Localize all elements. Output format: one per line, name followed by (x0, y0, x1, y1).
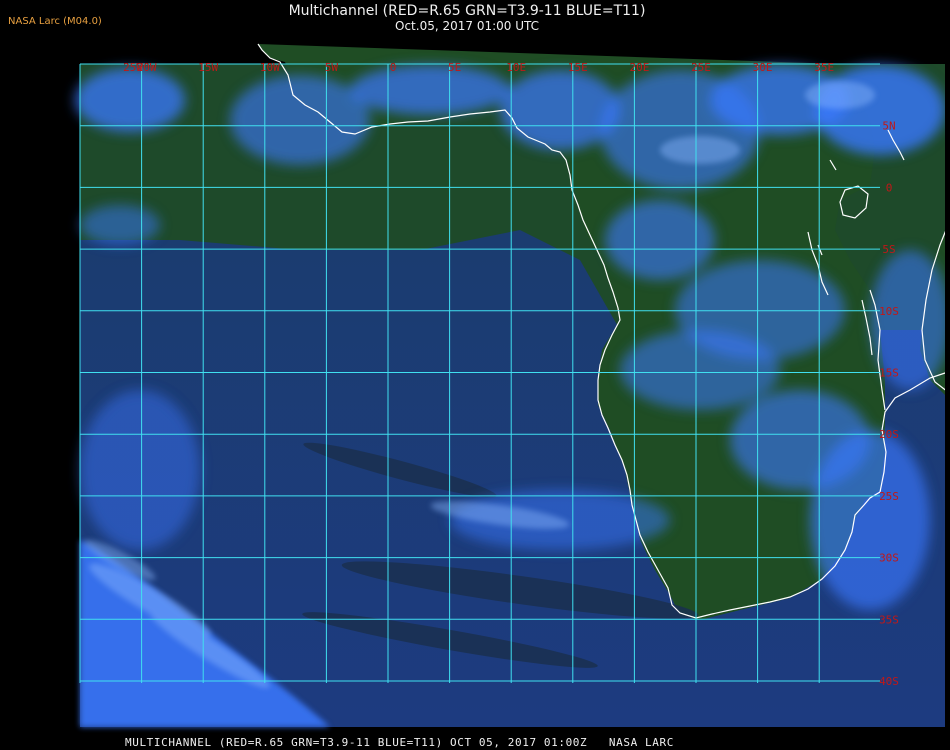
longitude-label: 10W (260, 61, 280, 74)
latitude-label: 15S (879, 367, 899, 380)
longitude-label: 20E (629, 61, 649, 74)
longitude-label: 0 (390, 61, 397, 74)
imagery: 25W20W 15W 10W 5W 0 5E 10E 15E 20E 25E 30E 35E5N05S… (75, 43, 950, 727)
longitude-label: 5E (448, 61, 461, 74)
satellite-map: 25W20W 15W 10W 5W 0 5E 10E 15E 20E 25E 30E 35E5N05S… (75, 43, 950, 727)
latitude-label: 10S (879, 305, 899, 318)
image-title: Multichannel (RED=R.65 GRN=T3.9-11 BLUE=… (288, 3, 646, 19)
latitude-label: 30S (879, 552, 899, 565)
latitude-label: 20S (879, 428, 899, 441)
longitude-label: 15E (568, 61, 588, 74)
latitude-label: 25S (879, 490, 899, 503)
image-datetime: Oct.05, 2017 01:00 UTC (395, 19, 539, 33)
latitude-label: 5S (882, 243, 895, 256)
right-border (945, 64, 950, 727)
longitude-label: 10E (506, 61, 526, 74)
footer-caption: MULTICHANNEL (RED=R.65 GRN=T3.9-11 BLUE=… (125, 736, 674, 749)
longitude-label: 30E (753, 61, 773, 74)
longitude-label: 25E (691, 61, 711, 74)
latitude-label: 5N (882, 120, 895, 133)
latitude-label: 40S (879, 675, 899, 688)
latitude-label: 35S (879, 613, 899, 626)
latitude-label: 0 (886, 181, 893, 194)
longitude-label: 35E (814, 61, 834, 74)
longitude-label: 20W (137, 61, 157, 74)
longitude-label: 15W (198, 61, 218, 74)
longitude-label: 5W (325, 61, 339, 74)
